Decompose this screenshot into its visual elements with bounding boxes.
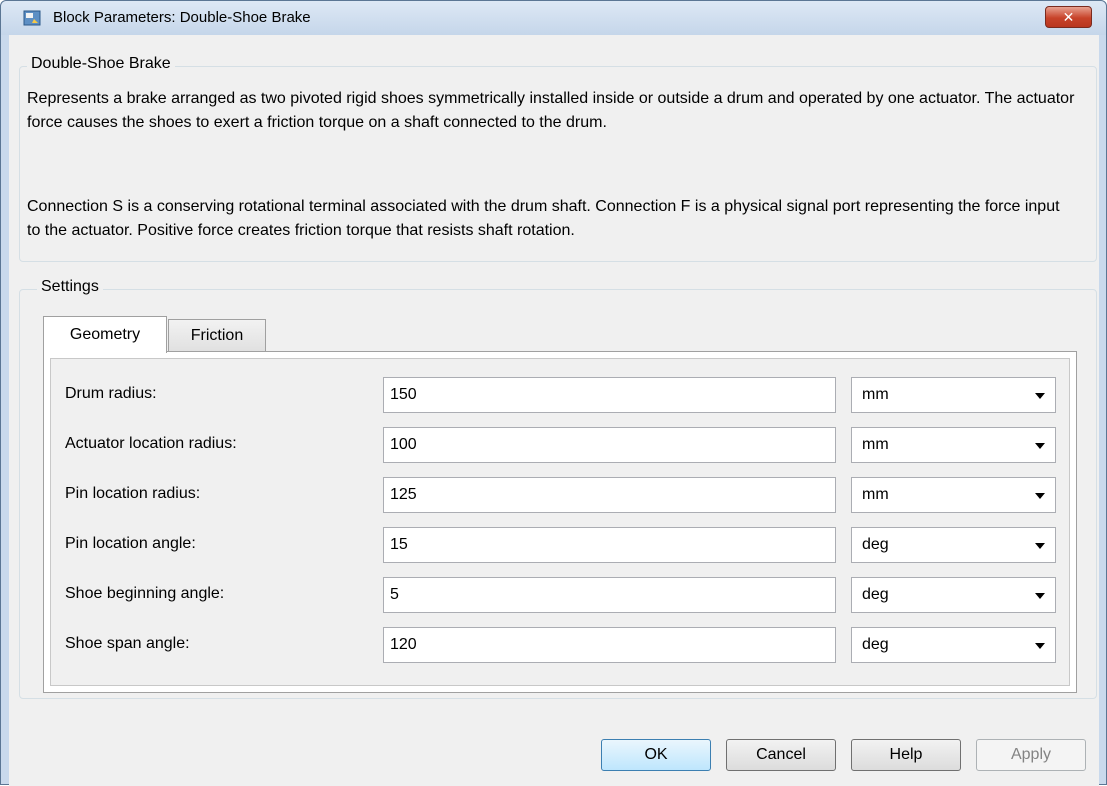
shoe-span-angle-field[interactable]: [383, 627, 836, 663]
dialog-content: Double-Shoe Brake Represents a brake arr…: [9, 35, 1099, 786]
dialog-window: Block Parameters: Double-Shoe Brake ✕ Do…: [0, 0, 1107, 786]
pin-location-angle-field[interactable]: [383, 527, 836, 563]
param-row-pin-location-radius: Pin location radius: mm: [51, 477, 1071, 513]
chevron-down-icon: [1035, 643, 1045, 649]
actuator-location-radius-unit-value: mm: [862, 436, 889, 453]
tab-geometry-label: Geometry: [69, 326, 141, 343]
simulink-block-icon: [23, 10, 41, 26]
shoe-span-angle-unit-select[interactable]: deg: [851, 627, 1056, 663]
tab-friction-label: Friction: [190, 327, 244, 344]
drum-radius-unit-select[interactable]: mm: [851, 377, 1056, 413]
pin-location-radius-field[interactable]: [383, 477, 836, 513]
settings-legend: Settings: [37, 278, 103, 296]
shoe-beginning-angle-label: Shoe beginning angle:: [65, 585, 225, 602]
param-row-pin-location-angle: Pin location angle: deg: [51, 527, 1071, 563]
block-description-paragraph-1: Represents a brake arranged as two pivot…: [27, 90, 1075, 131]
ok-button[interactable]: OK: [601, 739, 711, 771]
param-row-shoe-span-angle: Shoe span angle: deg: [51, 627, 1071, 663]
shoe-span-angle-label: Shoe span angle:: [65, 635, 190, 652]
actuator-location-radius-label: Actuator location radius:: [65, 435, 237, 452]
close-icon: ✕: [1062, 8, 1075, 25]
drum-radius-label: Drum radius:: [65, 385, 157, 402]
geometry-tab-panel: Drum radius: mm Actuator location radius…: [43, 351, 1077, 693]
chevron-down-icon: [1035, 593, 1045, 599]
help-button[interactable]: Help: [851, 739, 961, 771]
pin-location-radius-label: Pin location radius:: [65, 485, 201, 502]
cancel-button-label: Cancel: [756, 746, 806, 763]
actuator-location-radius-field[interactable]: [383, 427, 836, 463]
drum-radius-unit-value: mm: [862, 386, 889, 403]
tab-friction[interactable]: Friction: [168, 319, 266, 352]
param-row-actuator-location-radius: Actuator location radius: mm: [51, 427, 1071, 463]
pin-location-angle-label: Pin location angle:: [65, 535, 196, 552]
shoe-beginning-angle-field[interactable]: [383, 577, 836, 613]
shoe-beginning-angle-unit-value: deg: [862, 586, 889, 603]
tab-geometry[interactable]: Geometry: [43, 316, 167, 353]
chevron-down-icon: [1035, 393, 1045, 399]
close-button[interactable]: ✕: [1045, 6, 1092, 28]
pin-location-angle-unit-value: deg: [862, 536, 889, 553]
actuator-location-radius-unit-select[interactable]: mm: [851, 427, 1056, 463]
chevron-down-icon: [1035, 493, 1045, 499]
parameters-panel: Drum radius: mm Actuator location radius…: [50, 358, 1070, 686]
chevron-down-icon: [1035, 543, 1045, 549]
pin-location-angle-unit-select[interactable]: deg: [851, 527, 1056, 563]
chevron-down-icon: [1035, 443, 1045, 449]
apply-button[interactable]: Apply: [976, 739, 1086, 771]
shoe-beginning-angle-unit-select[interactable]: deg: [851, 577, 1056, 613]
ok-button-label: OK: [644, 746, 668, 763]
drum-radius-field[interactable]: [383, 377, 836, 413]
shoe-span-angle-unit-value: deg: [862, 636, 889, 653]
param-row-drum-radius: Drum radius: mm: [51, 377, 1071, 413]
block-description-paragraph-2: Connection S is a conserving rotational …: [27, 198, 1060, 239]
pin-location-radius-unit-value: mm: [862, 486, 889, 503]
window-title: Block Parameters: Double-Shoe Brake: [53, 9, 311, 26]
block-description-legend: Double-Shoe Brake: [27, 55, 175, 73]
param-row-shoe-beginning-angle: Shoe beginning angle: deg: [51, 577, 1071, 613]
pin-location-radius-unit-select[interactable]: mm: [851, 477, 1056, 513]
help-button-label: Help: [889, 746, 923, 763]
apply-button-label: Apply: [1010, 746, 1052, 763]
cancel-button[interactable]: Cancel: [726, 739, 836, 771]
title-bar[interactable]: Block Parameters: Double-Shoe Brake ✕: [1, 1, 1106, 35]
